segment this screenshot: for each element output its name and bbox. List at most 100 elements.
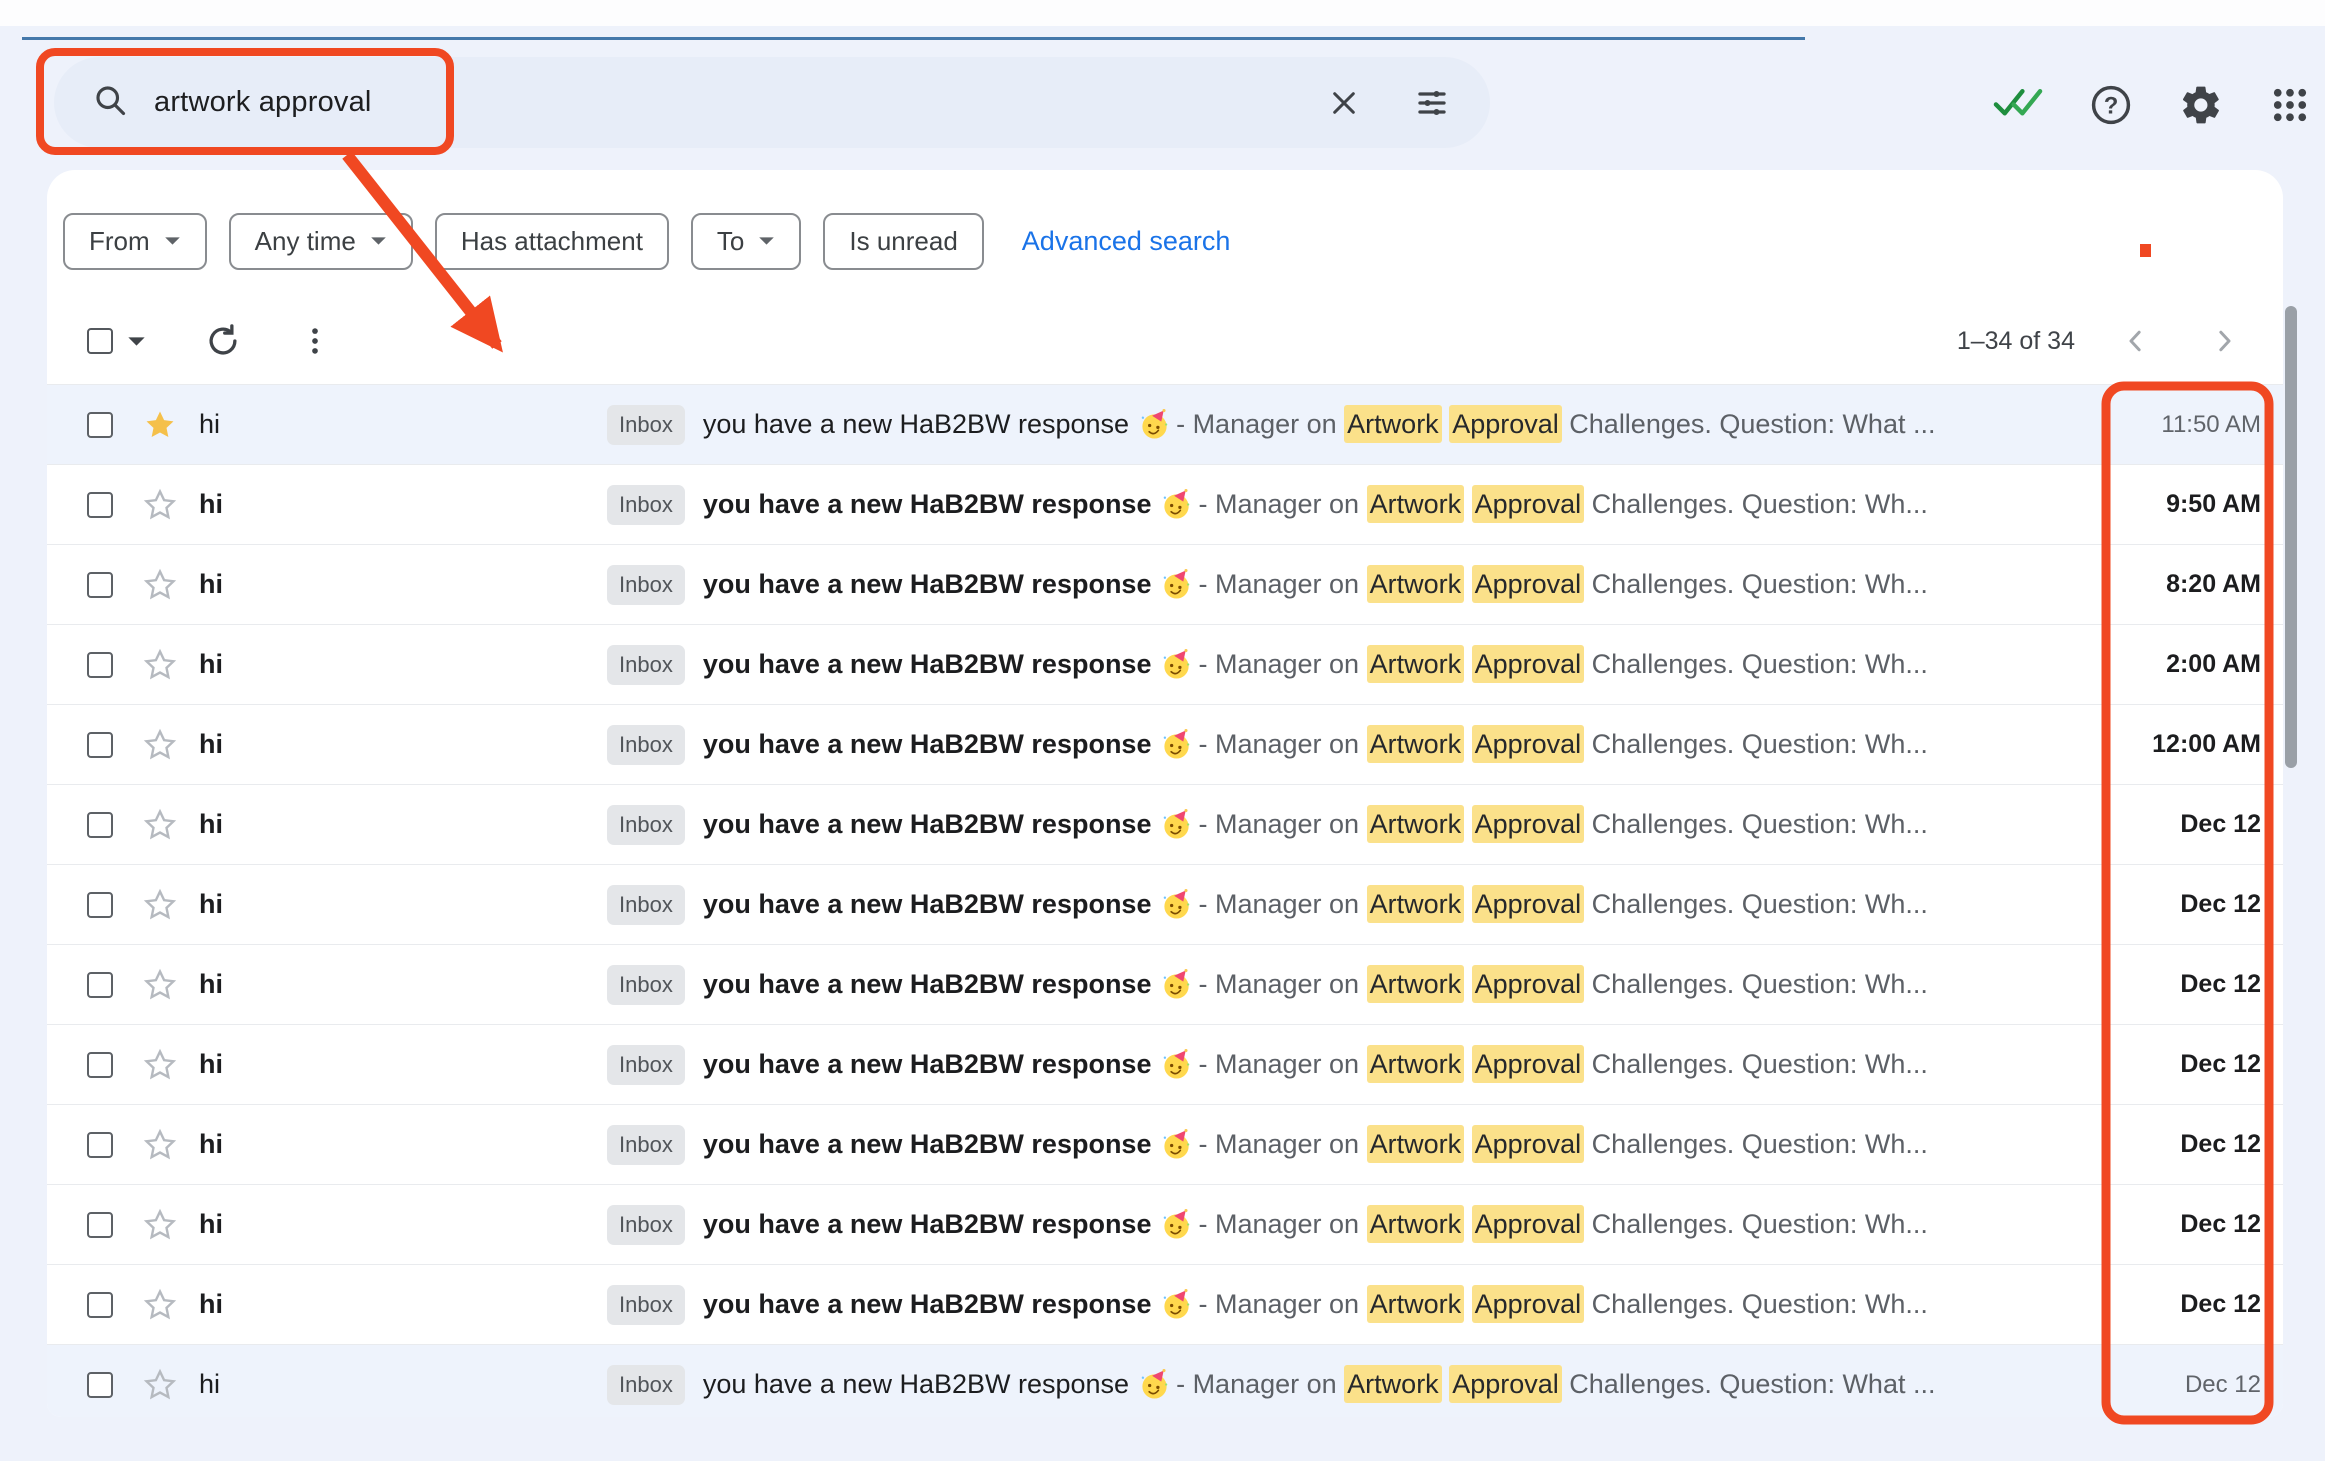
search-highlight: Approval: [1471, 565, 1585, 603]
inbox-label-chip: Inbox: [607, 1044, 685, 1085]
email-list: hi Inbox you have a new HaB2BW response - M…: [47, 384, 2283, 1417]
email-row[interactable]: hi Inbox you have a new HaB2BW response - M…: [47, 624, 2283, 704]
filter-chip-has-attachment[interactable]: Has attachment: [434, 212, 669, 270]
subject-text: you have a new HaB2BW response: [702, 889, 1152, 919]
row-checkbox[interactable]: [87, 891, 113, 918]
subject-snippet: Inbox you have a new HaB2BW response - Man…: [607, 564, 2083, 605]
star-filled-icon[interactable]: [143, 408, 177, 442]
snippet-text: - Manager on Artwork Approval Challenges…: [1198, 485, 1928, 523]
email-row[interactable]: hi Inbox you have a new HaB2BW response - M…: [47, 464, 2283, 544]
email-row[interactable]: hi Inbox you have a new HaB2BW response - M…: [47, 784, 2283, 864]
browser-top-strip: [0, 0, 2325, 26]
row-checkbox[interactable]: [87, 491, 113, 518]
email-row[interactable]: hi Inbox you have a new HaB2BW response - M…: [47, 864, 2283, 944]
snippet-text: - Manager on Artwork Approval Challenges…: [1198, 645, 1928, 683]
help-icon[interactable]: ?: [2089, 83, 2133, 127]
snippet-text: - Manager on Artwork Approval Challenges…: [1176, 1365, 1935, 1403]
email-row[interactable]: hi Inbox you have a new HaB2BW response - M…: [47, 1104, 2283, 1184]
inbox-label-chip: Inbox: [607, 644, 685, 685]
timestamp: 8:20 AM: [2166, 570, 2261, 598]
email-row[interactable]: hi Inbox you have a new HaB2BW response - M…: [47, 1184, 2283, 1264]
clear-search-button[interactable]: [1328, 87, 1360, 119]
advanced-search-link[interactable]: Advanced search: [1022, 226, 1231, 257]
filter-chip-to[interactable]: To: [690, 212, 802, 270]
subject-text: you have a new HaB2BW response: [702, 1369, 1130, 1399]
search-highlight: Artwork: [1366, 1205, 1465, 1243]
search-highlight: Artwork: [1344, 1365, 1442, 1403]
email-row[interactable]: hi Inbox you have a new HaB2BW response - M…: [47, 544, 2283, 624]
search-options-button[interactable]: [1414, 85, 1450, 121]
party-emoji: [1139, 1369, 1170, 1400]
row-checkbox[interactable]: [87, 811, 113, 838]
row-checkbox[interactable]: [87, 571, 113, 598]
star-outline-icon[interactable]: [143, 1048, 177, 1082]
row-checkbox[interactable]: [87, 971, 113, 998]
search-results-card: From Any time Has attachment To Is unrea…: [47, 170, 2283, 1417]
search-bar[interactable]: artwork approval: [54, 57, 1490, 148]
row-checkbox[interactable]: [87, 1051, 113, 1078]
more-options-button[interactable]: [298, 324, 332, 358]
subject-snippet: Inbox you have a new HaB2BW response - Man…: [607, 804, 2083, 845]
row-checkbox[interactable]: [87, 651, 113, 678]
email-row[interactable]: hi Inbox you have a new HaB2BW response - M…: [47, 944, 2283, 1024]
star-outline-icon[interactable]: [143, 648, 177, 682]
star-outline-icon[interactable]: [143, 568, 177, 602]
star-outline-icon[interactable]: [143, 488, 177, 522]
chevron-down-icon: [759, 237, 775, 245]
window-top-border: [22, 37, 1805, 40]
email-row[interactable]: hi Inbox you have a new HaB2BW response - M…: [47, 1024, 2283, 1104]
sender-name: hi: [199, 1289, 223, 1319]
star-outline-icon[interactable]: [143, 1368, 177, 1402]
timestamp: 2:00 AM: [2166, 650, 2261, 678]
row-checkbox[interactable]: [87, 1131, 113, 1158]
row-checkbox[interactable]: [87, 1211, 113, 1238]
subject-snippet: Inbox you have a new HaB2BW response - Man…: [607, 1364, 2083, 1405]
inbox-label-chip: Inbox: [607, 1204, 685, 1245]
email-row[interactable]: hi Inbox you have a new HaB2BW response - M…: [47, 1264, 2283, 1344]
select-all-checkbox[interactable]: [87, 328, 113, 354]
search-highlight: Artwork: [1366, 1285, 1465, 1323]
subject-text: you have a new HaB2BW response: [702, 969, 1152, 999]
search-highlight: Artwork: [1366, 885, 1465, 923]
filter-chip-from[interactable]: From: [63, 212, 207, 270]
star-outline-icon[interactable]: [143, 968, 177, 1002]
select-dropdown-caret[interactable]: [127, 336, 146, 347]
subject-text: you have a new HaB2BW response: [702, 409, 1130, 439]
filter-chip-is-unread[interactable]: Is unread: [823, 212, 984, 270]
subject-text: you have a new HaB2BW response: [702, 1209, 1152, 1239]
next-page-button[interactable]: [2209, 326, 2239, 356]
prev-page-button[interactable]: [2121, 326, 2151, 356]
row-checkbox[interactable]: [87, 731, 113, 758]
party-emoji: [1161, 1209, 1192, 1240]
row-checkbox[interactable]: [87, 1371, 113, 1398]
refresh-button[interactable]: [204, 322, 242, 360]
party-emoji: [1139, 409, 1170, 440]
star-outline-icon[interactable]: [143, 1208, 177, 1242]
row-checkbox[interactable]: [87, 1291, 113, 1318]
star-outline-icon[interactable]: [143, 808, 177, 842]
settings-gear-icon[interactable]: [2179, 83, 2223, 127]
snippet-text: - Manager on Artwork Approval Challenges…: [1198, 565, 1928, 603]
search-highlight: Approval: [1471, 1125, 1585, 1163]
search-highlight: Approval: [1471, 485, 1585, 523]
sender-name: hi: [199, 409, 221, 439]
star-outline-icon[interactable]: [143, 1128, 177, 1162]
email-row[interactable]: hi Inbox you have a new HaB2BW response - M…: [47, 1344, 2283, 1417]
star-outline-icon[interactable]: [143, 1288, 177, 1322]
snippet-text: - Manager on Artwork Approval Challenges…: [1198, 885, 1928, 923]
row-checkbox[interactable]: [87, 411, 113, 438]
star-outline-icon[interactable]: [143, 888, 177, 922]
search-input[interactable]: artwork approval: [154, 86, 372, 119]
star-outline-icon[interactable]: [143, 728, 177, 762]
apps-grid-icon[interactable]: [2269, 84, 2311, 126]
email-row[interactable]: hi Inbox you have a new HaB2BW response - M…: [47, 704, 2283, 784]
search-highlight: Approval: [1471, 1285, 1585, 1323]
search-highlight: Approval: [1449, 1365, 1562, 1403]
search-highlight: Artwork: [1344, 405, 1442, 443]
filter-chip-any-time[interactable]: Any time: [228, 212, 413, 270]
subject-snippet: Inbox you have a new HaB2BW response - Man…: [607, 1124, 2083, 1165]
search-highlight: Approval: [1449, 405, 1562, 443]
inbox-label-chip: Inbox: [607, 1364, 685, 1405]
scrollbar-thumb[interactable]: [2285, 306, 2297, 768]
email-row[interactable]: hi Inbox you have a new HaB2BW response - M…: [47, 384, 2283, 464]
